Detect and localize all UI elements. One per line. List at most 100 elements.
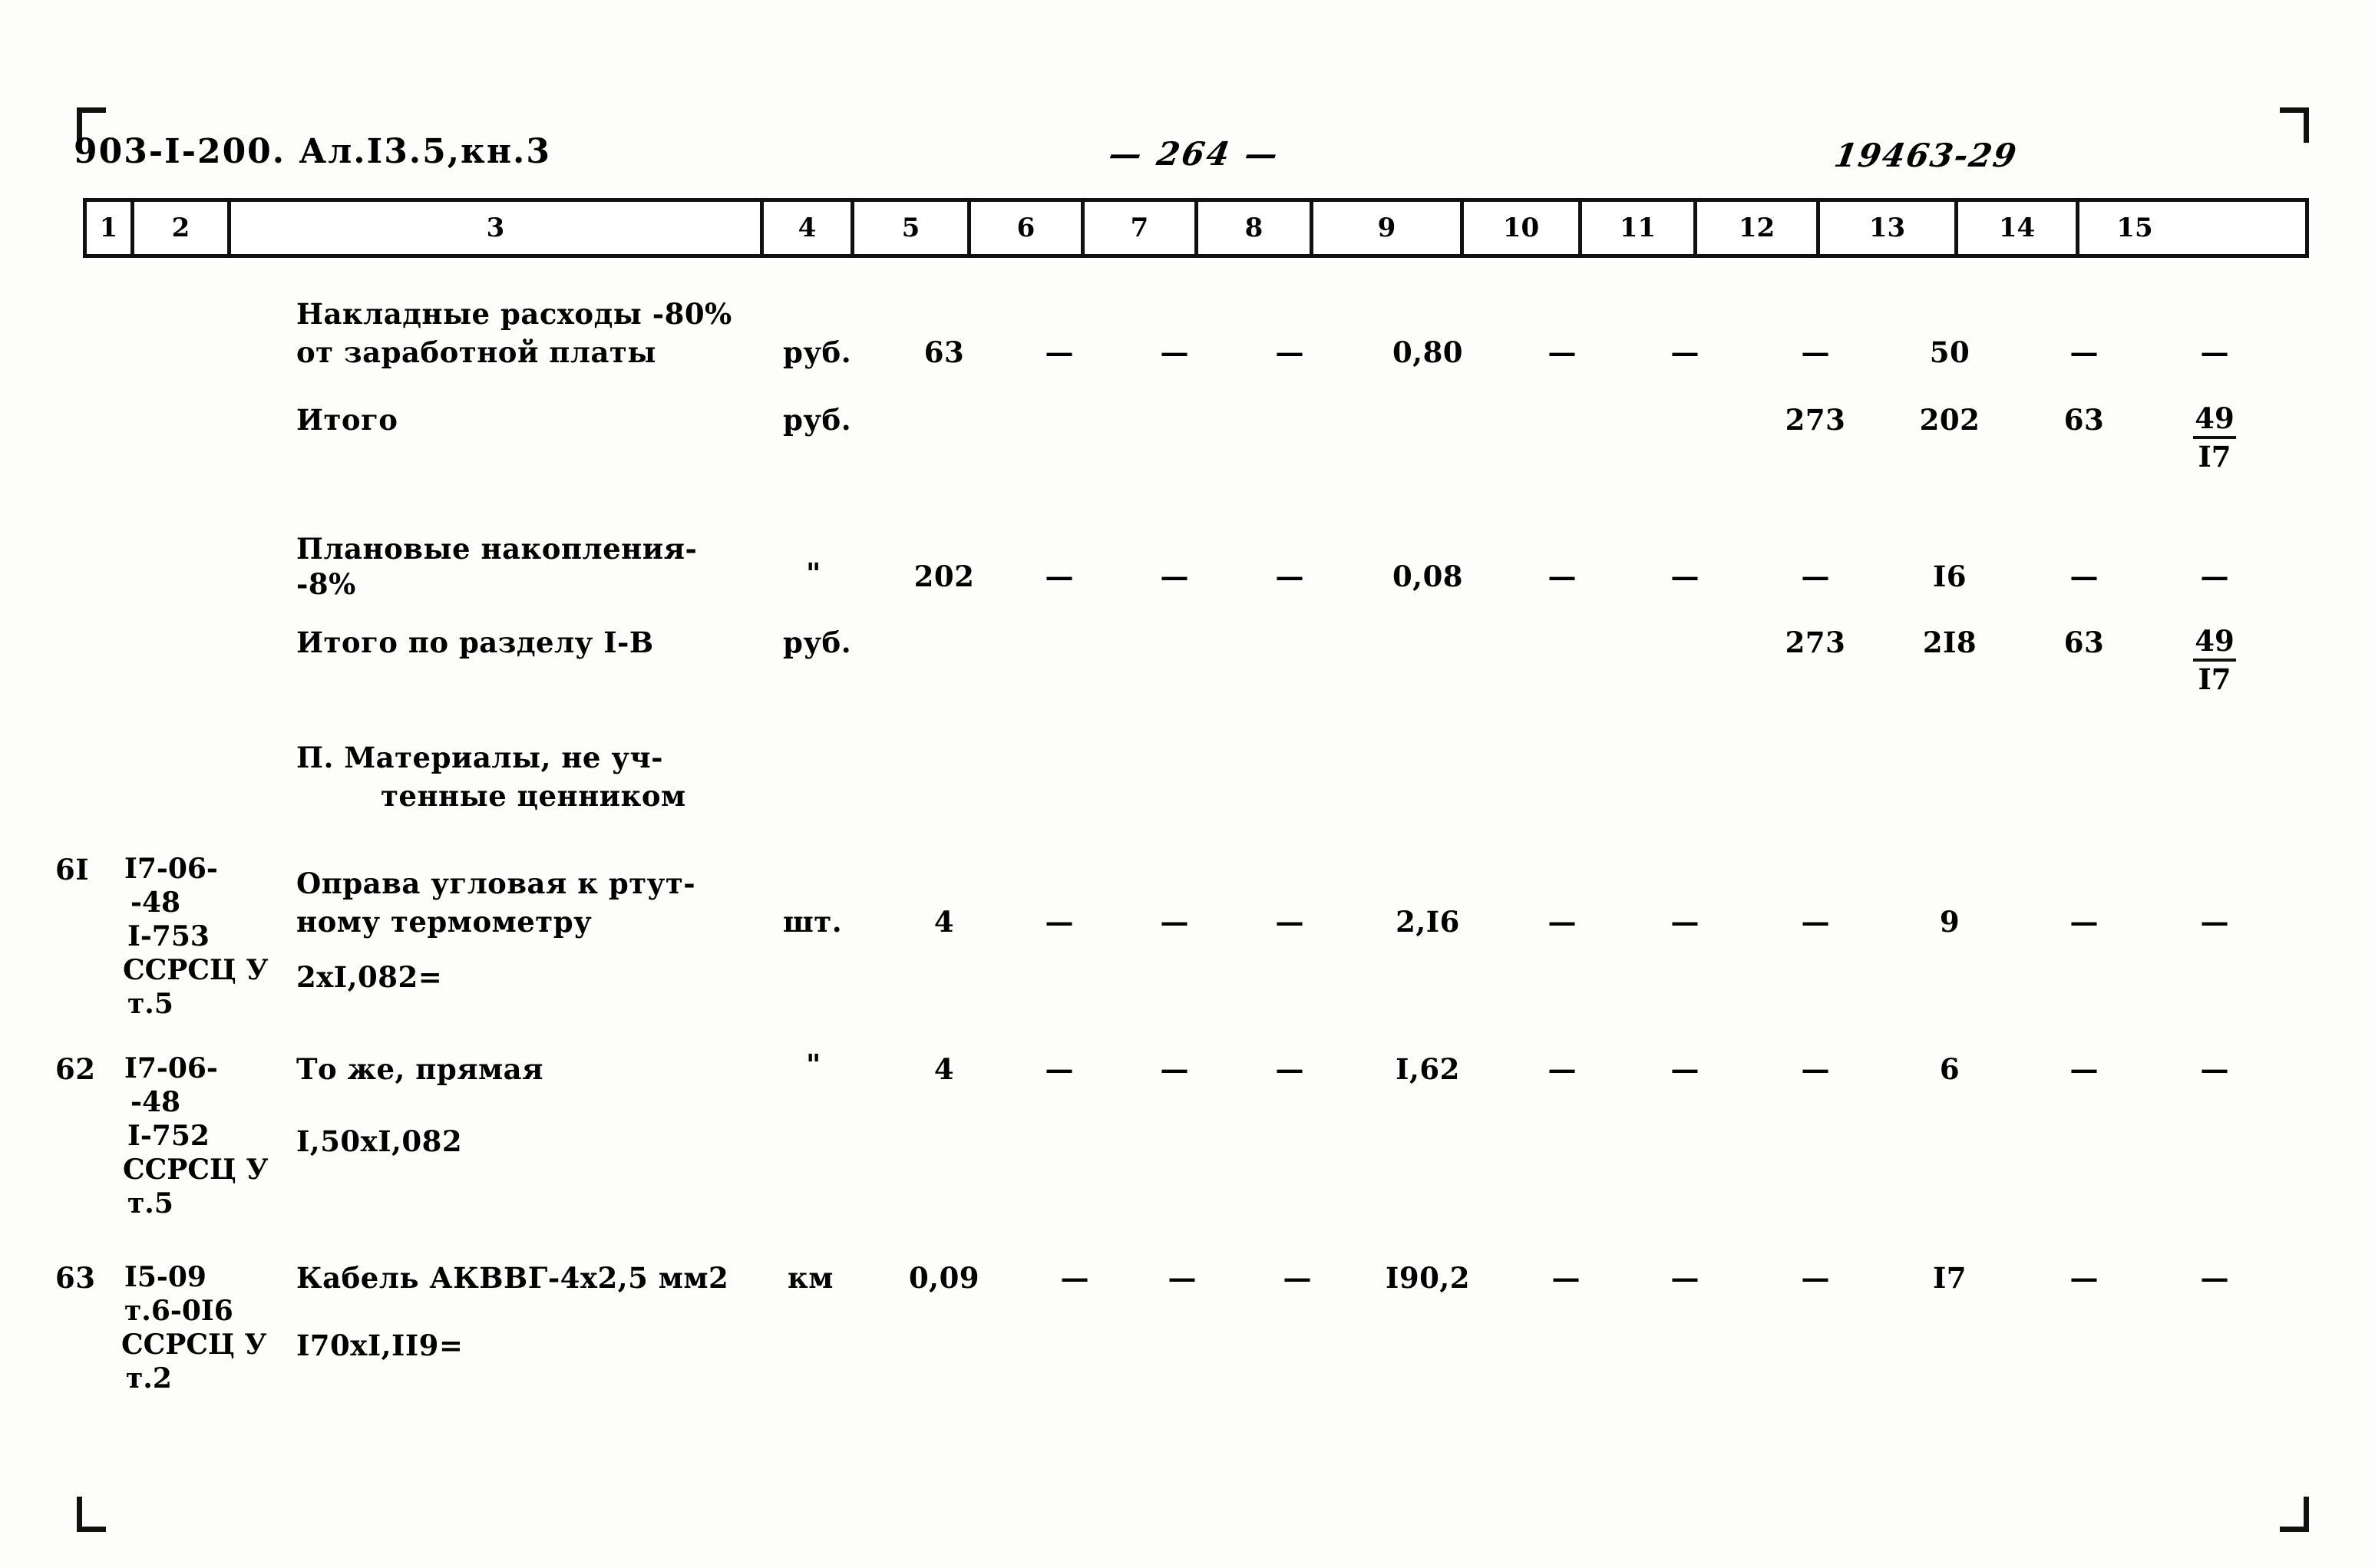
row-itogo-c15-fraction: 49 I7 <box>2157 401 2272 474</box>
row-63-c9: I90,2 <box>1386 1261 1470 1295</box>
row-61-code-line1: I7-06- <box>124 853 218 885</box>
table-column-header-row: 1 2 3 4 5 6 7 8 9 10 11 12 13 14 15 <box>83 198 2309 258</box>
row-overhead-c13: 50 <box>1929 335 1970 369</box>
row-62-code-line3: I-752 <box>127 1120 210 1152</box>
row-63-c8: — <box>1283 1261 1312 1295</box>
row-62-c8: — <box>1275 1052 1304 1086</box>
column-header-10: 10 <box>1464 202 1582 254</box>
row-planovye-desc-line2: -8% <box>296 567 356 601</box>
row-itogo-razdel-desc: Итого по разделу I-B <box>296 626 654 659</box>
row-61-c5: 4 <box>933 905 955 939</box>
row-63-desc-line1: Кабель АКВВГ-4x2,5 мм2 <box>296 1261 729 1295</box>
row-63-code-line4: т.2 <box>126 1362 172 1395</box>
column-header-5: 5 <box>854 202 971 254</box>
row-itogo-c13: 202 <box>1919 403 1980 437</box>
row-61-code-line3: I-753 <box>127 920 210 952</box>
column-header-7: 7 <box>1085 202 1198 254</box>
row-planovye-c5: 202 <box>913 560 975 593</box>
row-planovye-desc-line1: Плановые накопления- <box>296 532 698 566</box>
row-itogo-c15-numerator: 49 <box>2193 401 2236 439</box>
row-62-code-line5: т.5 <box>127 1187 173 1220</box>
row-overhead-c9: 0,80 <box>1392 335 1464 369</box>
row-61-code-line4: ССРСЦ У <box>123 954 269 986</box>
row-itogo-razdel-c15-fraction: 49 I7 <box>2157 623 2272 697</box>
row-planovye-c8: — <box>1275 560 1304 593</box>
row-62-c15: — <box>2200 1052 2229 1086</box>
row-62-c5: 4 <box>933 1052 955 1086</box>
row-61-number: 6I <box>55 853 90 886</box>
row-63-code-line1: I5-09 <box>124 1261 206 1293</box>
row-overhead-desc-line2: от заработной платы <box>296 335 656 369</box>
row-62-c9: I,62 <box>1396 1052 1460 1086</box>
row-61-desc-line1: Оправа угловая к ртут- <box>296 867 696 900</box>
row-itogo-c12: 273 <box>1785 403 1846 437</box>
row-61-c9: 2,I6 <box>1396 905 1460 939</box>
column-header-4: 4 <box>764 202 854 254</box>
row-overhead-c15: — <box>2200 335 2229 369</box>
column-header-9: 9 <box>1313 202 1464 254</box>
row-overhead-c8: — <box>1275 335 1304 369</box>
crop-mark-bottom-left <box>77 1497 106 1532</box>
column-header-2: 2 <box>134 202 231 254</box>
row-overhead-c6: — <box>1045 335 1074 369</box>
row-overhead-c12: — <box>1801 335 1830 369</box>
column-header-1: 1 <box>87 202 134 254</box>
row-61-c11: — <box>1670 905 1699 939</box>
row-61-c15: — <box>2200 905 2229 939</box>
row-63-c11: — <box>1670 1261 1699 1295</box>
column-header-11: 11 <box>1582 202 1697 254</box>
row-planovye-c14: — <box>2069 560 2099 593</box>
row-61-c7: — <box>1160 905 1189 939</box>
row-itogo-razdel-c15-numerator: 49 <box>2193 623 2236 662</box>
row-overhead-unit: руб. <box>783 335 852 369</box>
row-61-code-line2: -48 <box>130 886 181 919</box>
row-62-c13: 6 <box>1939 1052 1960 1086</box>
row-62-number: 62 <box>55 1052 96 1086</box>
column-header-13: 13 <box>1820 202 1958 254</box>
row-itogo-desc: Итого <box>296 403 398 437</box>
row-61-c12: — <box>1801 905 1830 939</box>
row-planovye-c15: — <box>2200 560 2229 593</box>
row-itogo-razdel-c12: 273 <box>1785 626 1846 659</box>
row-61-c8: — <box>1275 905 1304 939</box>
row-63-c5: 0,09 <box>908 1261 980 1295</box>
row-63-c10: — <box>1551 1261 1581 1295</box>
row-itogo-c15-denominator: I7 <box>2198 440 2231 474</box>
row-itogo-razdel-c14: 63 <box>2063 626 2105 659</box>
row-61-c6: — <box>1045 905 1074 939</box>
section-heading-line1: П. Материалы, не уч- <box>296 741 663 774</box>
archive-number: 19463-29 <box>1832 137 2020 174</box>
row-61-code-line5: т.5 <box>127 988 173 1020</box>
row-62-c10: — <box>1548 1052 1577 1086</box>
column-header-3: 3 <box>231 202 764 254</box>
row-overhead-c5: 63 <box>923 335 965 369</box>
row-61-c14: — <box>2069 905 2099 939</box>
row-overhead-c10: — <box>1548 335 1577 369</box>
row-63-code-line3: ССРСЦ У <box>121 1329 267 1361</box>
row-63-c15: — <box>2200 1261 2229 1295</box>
row-planovye-c11: — <box>1670 560 1699 593</box>
row-planovye-c7: — <box>1160 560 1189 593</box>
section-heading-line2: тенные ценником <box>381 779 686 813</box>
row-61-desc-line3: 2xI,082= <box>296 960 443 994</box>
row-itogo-razdel-unit: руб. <box>783 626 852 659</box>
column-header-8: 8 <box>1198 202 1313 254</box>
row-62-desc-line2: I,50xI,082 <box>296 1124 463 1158</box>
row-63-code-line2: т.6-0I6 <box>124 1295 233 1327</box>
row-62-c6: — <box>1045 1052 1074 1086</box>
row-planovye-unit: " <box>806 556 821 590</box>
row-63-c12: — <box>1801 1261 1830 1295</box>
row-itogo-razdel-c13: 2I8 <box>1922 626 1977 659</box>
row-itogo-unit: руб. <box>783 403 852 437</box>
row-61-unit: шт. <box>783 905 843 939</box>
column-header-6: 6 <box>971 202 1085 254</box>
row-planovye-c9: 0,08 <box>1392 560 1464 593</box>
row-planovye-c13: I6 <box>1932 560 1967 593</box>
row-62-c12: — <box>1801 1052 1830 1086</box>
row-63-desc-line2: I70xI,II9= <box>296 1329 464 1362</box>
row-overhead-c7: — <box>1160 335 1189 369</box>
row-63-unit: км <box>788 1261 834 1295</box>
row-62-desc-line1: То же, прямая <box>296 1052 543 1086</box>
row-63-number: 63 <box>55 1261 96 1295</box>
document-page: 903-I-200. Ал.I3.5,кн.3 — 264 — 19463-29… <box>0 0 2375 1568</box>
